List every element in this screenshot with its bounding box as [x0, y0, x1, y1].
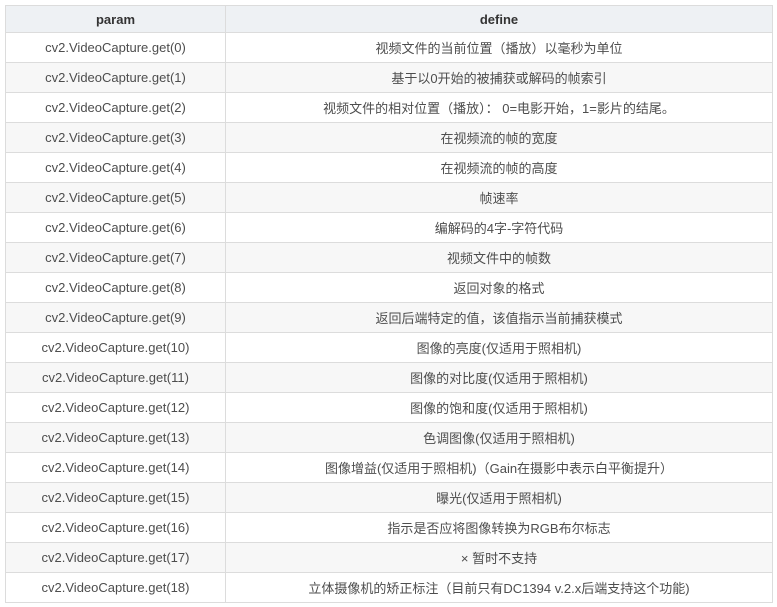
table-header-row: param define [5, 5, 773, 33]
define-cell: 色调图像(仅适用于照相机) [225, 422, 773, 453]
define-cell: 在视频流的帧的宽度 [225, 122, 773, 153]
define-cell: 曝光(仅适用于照相机) [225, 482, 773, 513]
param-cell: cv2.VideoCapture.get(13) [5, 422, 226, 453]
table-row: cv2.VideoCapture.get(4) 在视频流的帧的高度 [5, 152, 773, 183]
param-cell: cv2.VideoCapture.get(0) [5, 32, 226, 63]
table-row: cv2.VideoCapture.get(17) × 暂时不支持 [5, 542, 773, 573]
param-cell: cv2.VideoCapture.get(14) [5, 452, 226, 483]
define-cell: 返回对象的格式 [225, 272, 773, 303]
define-cell: 立体摄像机的矫正标注（目前只有DC1394 v.2.x后端支持这个功能) [225, 572, 773, 603]
column-header-param: param [5, 5, 226, 33]
define-cell: 图像的亮度(仅适用于照相机) [225, 332, 773, 363]
table-row: cv2.VideoCapture.get(11) 图像的对比度(仅适用于照相机) [5, 362, 773, 393]
table-row: cv2.VideoCapture.get(9) 返回后端特定的值，该值指示当前捕获… [5, 302, 773, 333]
define-cell: 图像的饱和度(仅适用于照相机) [225, 392, 773, 423]
table-row: cv2.VideoCapture.get(15) 曝光(仅适用于照相机) [5, 482, 773, 513]
param-cell: cv2.VideoCapture.get(11) [5, 362, 226, 393]
table-row: cv2.VideoCapture.get(5) 帧速率 [5, 182, 773, 213]
param-cell: cv2.VideoCapture.get(15) [5, 482, 226, 513]
table-row: cv2.VideoCapture.get(12) 图像的饱和度(仅适用于照相机) [5, 392, 773, 423]
param-cell: cv2.VideoCapture.get(12) [5, 392, 226, 423]
param-cell: cv2.VideoCapture.get(7) [5, 242, 226, 273]
table-row: cv2.VideoCapture.get(10) 图像的亮度(仅适用于照相机) [5, 332, 773, 363]
define-cell: 编解码的4字-字符代码 [225, 212, 773, 243]
define-cell: 视频文件中的帧数 [225, 242, 773, 273]
param-cell: cv2.VideoCapture.get(6) [5, 212, 226, 243]
define-cell: × 暂时不支持 [225, 542, 773, 573]
define-cell: 视频文件的当前位置（播放）以毫秒为单位 [225, 32, 773, 63]
table-row: cv2.VideoCapture.get(0) 视频文件的当前位置（播放）以毫秒为… [5, 32, 773, 63]
param-cell: cv2.VideoCapture.get(3) [5, 122, 226, 153]
param-cell: cv2.VideoCapture.get(4) [5, 152, 226, 183]
table-row: cv2.VideoCapture.get(6) 编解码的4字-字符代码 [5, 212, 773, 243]
param-cell: cv2.VideoCapture.get(1) [5, 62, 226, 93]
table-row: cv2.VideoCapture.get(2) 视频文件的相对位置（播放）： 0=… [5, 92, 773, 123]
define-cell: 返回后端特定的值，该值指示当前捕获模式 [225, 302, 773, 333]
param-cell: cv2.VideoCapture.get(16) [5, 512, 226, 543]
define-cell: 在视频流的帧的高度 [225, 152, 773, 183]
param-cell: cv2.VideoCapture.get(10) [5, 332, 226, 363]
define-cell: 指示是否应将图像转换为RGB布尔标志 [225, 512, 773, 543]
table-row: cv2.VideoCapture.get(13) 色调图像(仅适用于照相机) [5, 422, 773, 453]
table-row: cv2.VideoCapture.get(18) 立体摄像机的矫正标注（目前只有D… [5, 572, 773, 603]
param-cell: cv2.VideoCapture.get(2) [5, 92, 226, 123]
table-body: cv2.VideoCapture.get(0) 视频文件的当前位置（播放）以毫秒为… [5, 32, 773, 603]
param-cell: cv2.VideoCapture.get(18) [5, 572, 226, 603]
param-cell: cv2.VideoCapture.get(9) [5, 302, 226, 333]
param-cell: cv2.VideoCapture.get(8) [5, 272, 226, 303]
page: param define cv2.VideoCapture.get(0) 视频文件… [0, 0, 777, 603]
column-header-define: define [225, 5, 773, 33]
table-row: cv2.VideoCapture.get(7) 视频文件中的帧数 [5, 242, 773, 273]
videocapture-param-table: param define cv2.VideoCapture.get(0) 视频文件… [5, 5, 773, 603]
table-row: cv2.VideoCapture.get(3) 在视频流的帧的宽度 [5, 122, 773, 153]
table-row: cv2.VideoCapture.get(8) 返回对象的格式 [5, 272, 773, 303]
param-cell: cv2.VideoCapture.get(17) [5, 542, 226, 573]
define-cell: 帧速率 [225, 182, 773, 213]
define-cell: 图像增益(仅适用于照相机)（Gain在摄影中表示白平衡提升） [225, 452, 773, 483]
table-row: cv2.VideoCapture.get(16) 指示是否应将图像转换为RGB布尔… [5, 512, 773, 543]
define-cell: 视频文件的相对位置（播放）： 0=电影开始，1=影片的结尾。 [225, 92, 773, 123]
table-row: cv2.VideoCapture.get(14) 图像增益(仅适用于照相机)（Ga… [5, 452, 773, 483]
param-cell: cv2.VideoCapture.get(5) [5, 182, 226, 213]
define-cell: 图像的对比度(仅适用于照相机) [225, 362, 773, 393]
define-cell: 基于以0开始的被捕获或解码的帧索引 [225, 62, 773, 93]
table-row: cv2.VideoCapture.get(1) 基于以0开始的被捕获或解码的帧索引 [5, 62, 773, 93]
